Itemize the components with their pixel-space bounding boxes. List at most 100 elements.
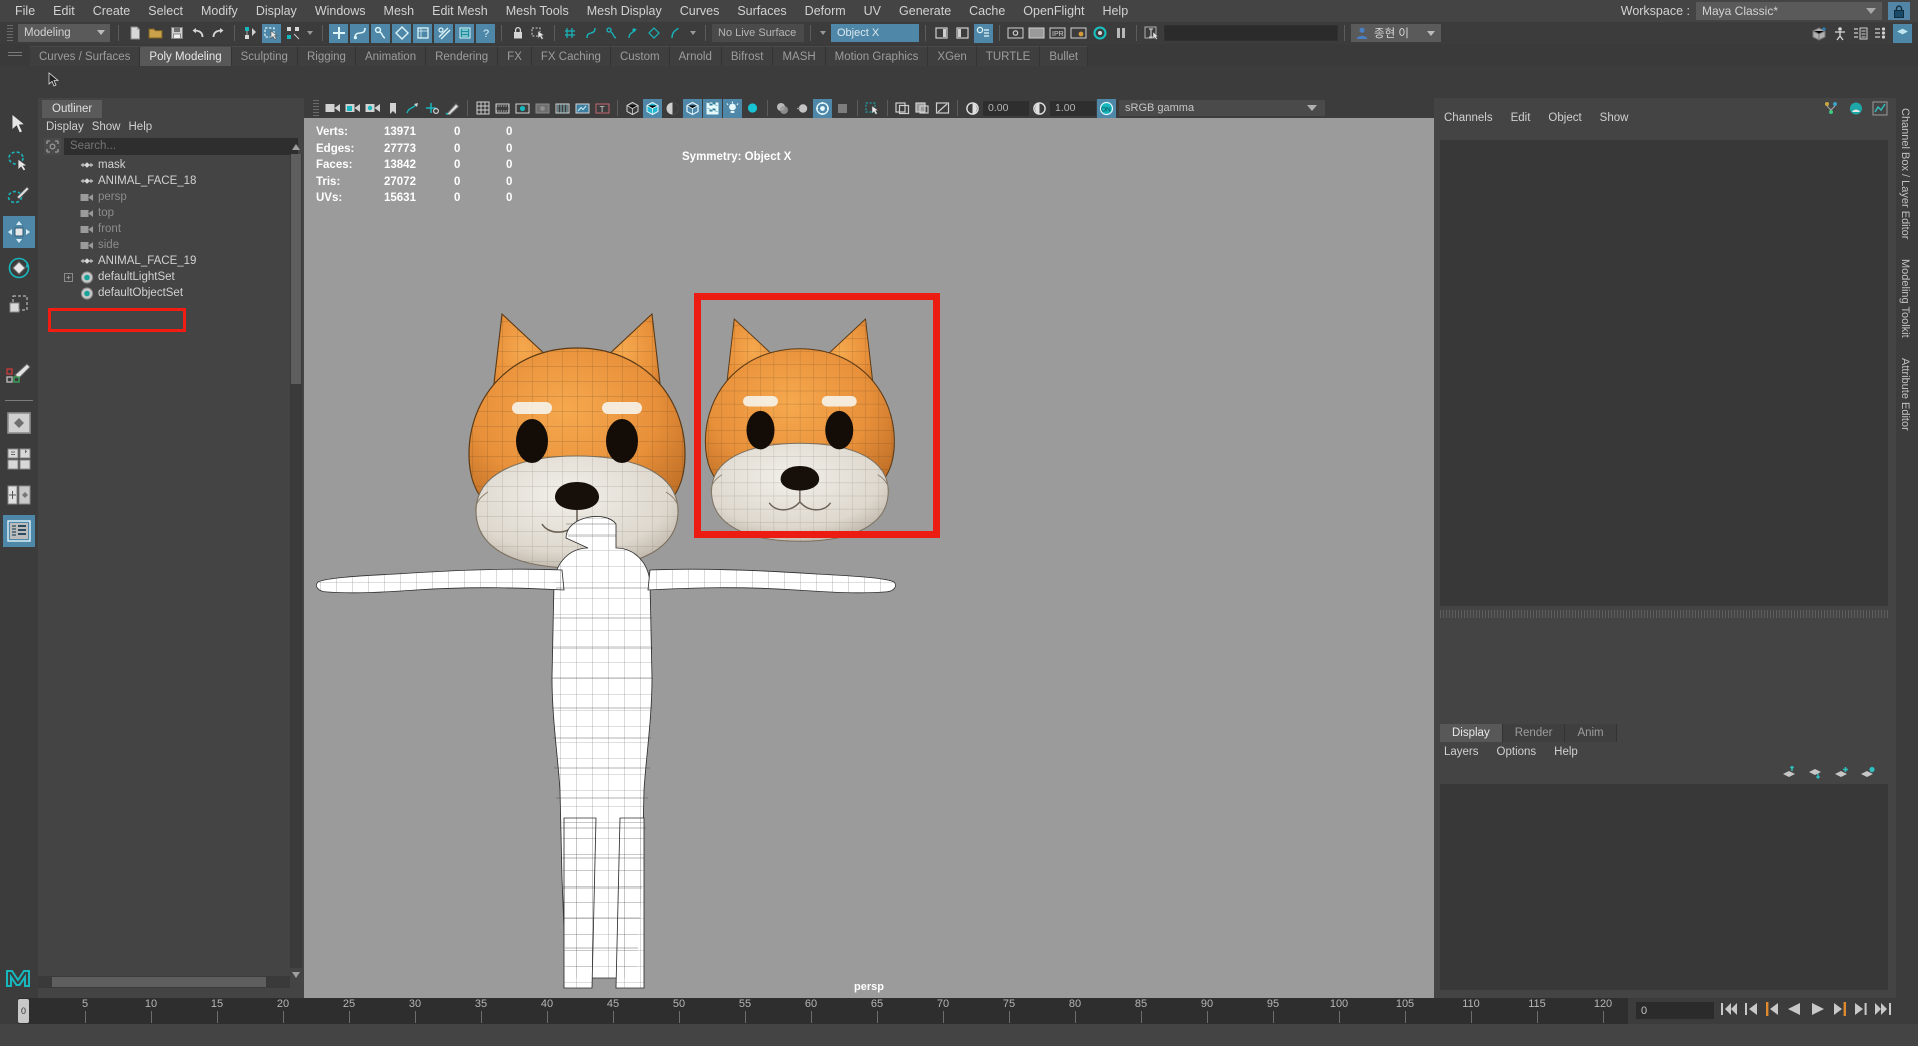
viewport-multisample-button[interactable] [813, 99, 832, 118]
layer-menu-layers[interactable]: Layers [1444, 746, 1497, 758]
shelf-tab-animation[interactable]: Animation [356, 46, 426, 66]
viewport-lock-camera-button[interactable] [343, 99, 362, 118]
menu-item-mesh[interactable]: Mesh [375, 2, 424, 20]
viewport-toolbar-handle[interactable] [313, 100, 319, 116]
render-view-button[interactable] [1006, 24, 1025, 43]
scroll-down-arrow-icon[interactable] [292, 972, 300, 978]
viewport-motion-blur-button[interactable] [793, 99, 812, 118]
color-space-dropdown[interactable]: sRGB gamma [1119, 100, 1325, 116]
play-forwards-icon[interactable] [1809, 1001, 1826, 1017]
current-frame-field[interactable]: 0 [1636, 1002, 1714, 1019]
outliner-item-mask[interactable]: mask [58, 157, 302, 173]
viewport-grid-button[interactable] [473, 99, 492, 118]
viewport-film-gate-button[interactable] [493, 99, 512, 118]
play-backwards-icon[interactable] [1786, 1001, 1803, 1017]
command-line-toggle[interactable] [1143, 24, 1162, 43]
save-scene-button[interactable] [167, 24, 186, 43]
layer-menu-options[interactable]: Options [1497, 746, 1555, 758]
menu-item-edit[interactable]: Edit [44, 2, 84, 20]
channel-box-menu-channels[interactable]: Channels [1444, 112, 1511, 124]
attribute-editor-icon[interactable] [1848, 101, 1864, 116]
step-back-frame-icon[interactable] [1765, 1001, 1780, 1017]
channel-box-icon[interactable] [1824, 101, 1840, 116]
lock-selection-button[interactable] [508, 24, 527, 43]
viewport-resolution-gate-button[interactable] [513, 99, 532, 118]
viewport-select-camera-button[interactable] [323, 99, 342, 118]
command-input[interactable] [1164, 25, 1338, 41]
viewport-wireframe-button[interactable] [623, 99, 642, 118]
hypershade-button[interactable] [1090, 24, 1109, 43]
viewport-camera-attributes-button[interactable] [363, 99, 382, 118]
snap-construction-4[interactable] [624, 24, 643, 43]
shelf-tab-sculpting[interactable]: Sculpting [232, 46, 298, 66]
menu-item-create[interactable]: Create [84, 2, 140, 20]
snap-to-projected-center-button[interactable] [392, 24, 411, 43]
outliner-item-default-object-set[interactable]: defaultObjectSet [58, 285, 302, 301]
shelf-tab-fx-caching[interactable]: FX Caching [532, 46, 611, 66]
gamma-value-field[interactable]: 1.00 [1050, 101, 1096, 116]
shelf-tab-fx[interactable]: FX [498, 46, 532, 66]
move-layer-up-icon[interactable] [1782, 766, 1798, 779]
select-by-object-button[interactable] [262, 24, 281, 43]
shelf-tab-bullet[interactable]: Bullet [1040, 46, 1088, 66]
new-layer-icon[interactable] [1834, 766, 1850, 779]
tool-last-used[interactable] [3, 358, 35, 390]
viewport-snapshot-alt-button[interactable] [913, 99, 932, 118]
layer-tab-display[interactable]: Display [1440, 724, 1503, 742]
viewport-shadows-button[interactable] [743, 99, 762, 118]
undo-button[interactable] [188, 24, 207, 43]
menu-item-select[interactable]: Select [139, 2, 192, 20]
viewport-ssao-button[interactable] [773, 99, 792, 118]
menu-item-cache[interactable]: Cache [960, 2, 1014, 20]
outliner-menu-help[interactable]: Help [129, 121, 161, 133]
show-hide-attribute-editor-button[interactable] [953, 24, 972, 43]
menu-item-generate[interactable]: Generate [890, 2, 960, 20]
shelf-tab-bifrost[interactable]: Bifrost [722, 46, 774, 66]
menu-item-edit-mesh[interactable]: Edit Mesh [423, 2, 497, 20]
tool-move[interactable] [3, 216, 35, 248]
viewport-image-plane-button[interactable] [403, 99, 422, 118]
ipr-render-button[interactable]: IPR [1048, 24, 1067, 43]
viewport-gamma-icon-button[interactable] [1030, 99, 1049, 118]
workspace-lock-button[interactable] [1888, 2, 1910, 20]
viewport-depth-peel-button[interactable] [833, 99, 852, 118]
menu-item-openflight[interactable]: OpenFlight [1014, 2, 1093, 20]
layout-outliner-persp[interactable] [3, 515, 35, 547]
viewport-bookmark-button[interactable] [383, 99, 402, 118]
layer-menu-help[interactable]: Help [1554, 746, 1596, 758]
tool-select[interactable] [3, 108, 35, 140]
viewport-use-default-material-button[interactable] [703, 99, 722, 118]
time-slider-playhead[interactable]: 0 [18, 999, 29, 1023]
go-to-end-icon[interactable] [1874, 1001, 1892, 1017]
select-by-component-button[interactable] [283, 24, 302, 43]
scrollbar-thumb[interactable] [52, 977, 266, 987]
scrollbar-thumb[interactable] [291, 154, 301, 384]
tool-paint-select[interactable] [3, 180, 35, 212]
side-tab-attribute-editor[interactable]: Attribute Editor [1896, 348, 1914, 441]
graph-editor-icon[interactable] [1872, 101, 1888, 116]
show-hide-channel-box-button[interactable] [974, 24, 993, 43]
menu-item-mesh-display[interactable]: Mesh Display [578, 2, 671, 20]
layer-tab-anim[interactable]: Anim [1565, 724, 1616, 742]
channel-box-menu-object[interactable]: Object [1548, 112, 1599, 124]
shelf-tab-arnold[interactable]: Arnold [670, 46, 722, 66]
magnet-snap-button[interactable] [434, 24, 453, 43]
expand-collapse-icon[interactable]: + [64, 273, 73, 282]
outliner-search-input[interactable] [64, 138, 298, 155]
menu-item-deform[interactable]: Deform [796, 2, 855, 20]
menu-item-mesh-tools[interactable]: Mesh Tools [497, 2, 578, 20]
render-settings-button[interactable] [1069, 24, 1088, 43]
layout-single-perspective[interactable] [3, 407, 35, 439]
user-account-dropdown[interactable]: 종현 이 [1351, 24, 1441, 42]
pause-render-button[interactable] [1111, 24, 1130, 43]
outliner-item-front[interactable]: front [58, 221, 302, 237]
outliner-item-animal-face-19[interactable]: ANIMAL_FACE_19 [58, 253, 302, 269]
menu-item-help[interactable]: Help [1093, 2, 1137, 20]
channel-box-toggle[interactable] [1872, 24, 1891, 43]
shelf-tab-poly-modeling[interactable]: Poly Modeling [140, 46, 231, 66]
viewport-gate-mask-button[interactable] [533, 99, 552, 118]
snap-construction-3[interactable] [603, 24, 622, 43]
new-layer-from-selected-icon[interactable] [1860, 766, 1876, 779]
modeling-toolkit-toggle[interactable] [1809, 24, 1828, 43]
show-hide-editors-button[interactable] [932, 24, 951, 43]
